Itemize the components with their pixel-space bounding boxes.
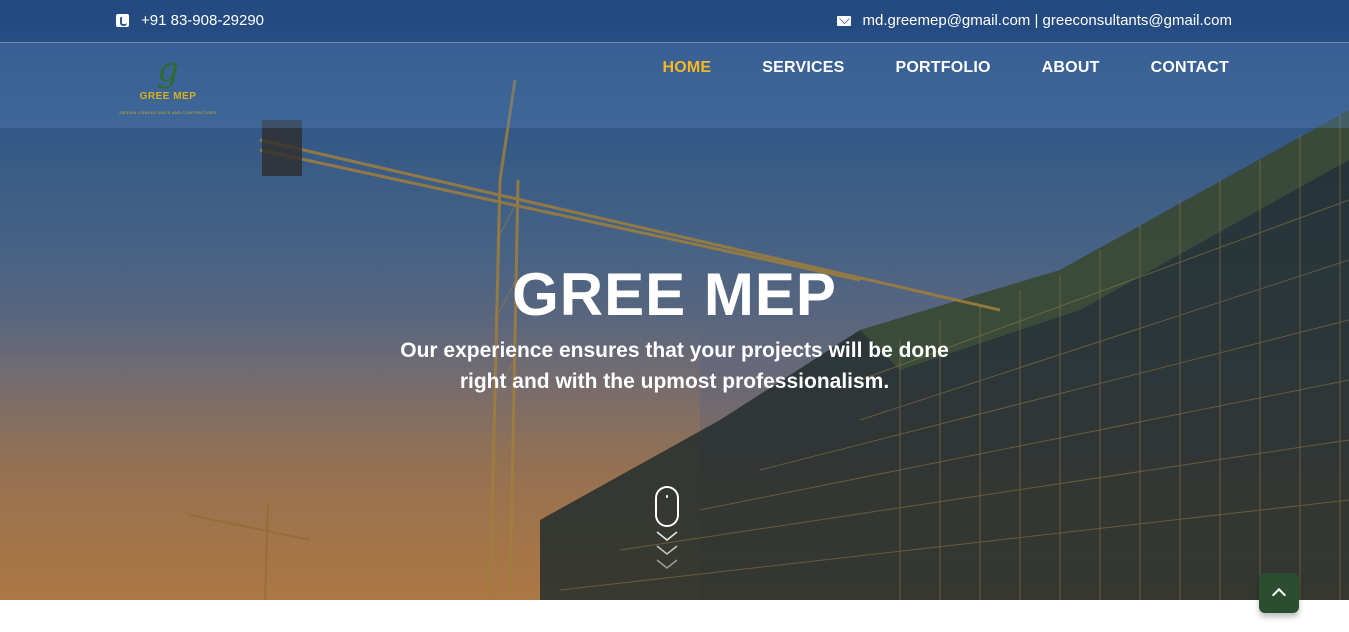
hero-title: GREE MEP bbox=[512, 261, 837, 328]
chevron-down-icon[interactable] bbox=[654, 528, 680, 578]
hero-subtitle-line-2: right and with the upmost professionalis… bbox=[459, 370, 890, 393]
phone-number[interactable]: +91 83-908-29290 bbox=[141, 12, 264, 29]
nav-item-about[interactable]: ABOUT bbox=[1042, 59, 1100, 77]
nav-item-services[interactable]: SERVICES bbox=[762, 59, 844, 77]
main-navbar: g GREE MEP DESIGN CONSULTANTS AND CONTRA… bbox=[0, 43, 1349, 128]
nav-item-contact[interactable]: CONTACT bbox=[1151, 59, 1229, 77]
phone-square-icon bbox=[116, 14, 129, 27]
email-contact[interactable]: md.greemep@gmail.com | greeconsultants@g… bbox=[836, 12, 1233, 29]
logo-name: GREE MEP bbox=[139, 91, 197, 102]
primary-nav: HOME SERVICES PORTFOLIO ABOUT CONTACT bbox=[662, 43, 1229, 93]
site-logo[interactable]: g GREE MEP DESIGN CONSULTANTS AND CONTRA… bbox=[118, 53, 218, 123]
nav-item-portfolio[interactable]: PORTFOLIO bbox=[896, 59, 991, 77]
top-contact-bar: +91 83-908-29290 md.greemep@gmail.com | … bbox=[0, 0, 1349, 43]
hero-section: +91 83-908-29290 md.greemep@gmail.com | … bbox=[0, 0, 1349, 600]
mouse-scroll-icon[interactable] bbox=[655, 486, 679, 527]
logo-mark: g bbox=[157, 50, 179, 90]
envelope-icon bbox=[836, 15, 851, 26]
hero-subtitle: Our experience ensures that your project… bbox=[0, 335, 1349, 397]
phone-contact[interactable]: +91 83-908-29290 bbox=[116, 12, 264, 29]
nav-item-home[interactable]: HOME bbox=[662, 59, 711, 77]
back-to-top-button[interactable] bbox=[1259, 573, 1299, 613]
hero-subtitle-line-1: Our experience ensures that your project… bbox=[400, 339, 949, 362]
logo-tagline: DESIGN CONSULTANTS AND CONTRACTORS bbox=[119, 110, 217, 115]
email-addresses[interactable]: md.greemep@gmail.com | greeconsultants@g… bbox=[863, 12, 1233, 29]
